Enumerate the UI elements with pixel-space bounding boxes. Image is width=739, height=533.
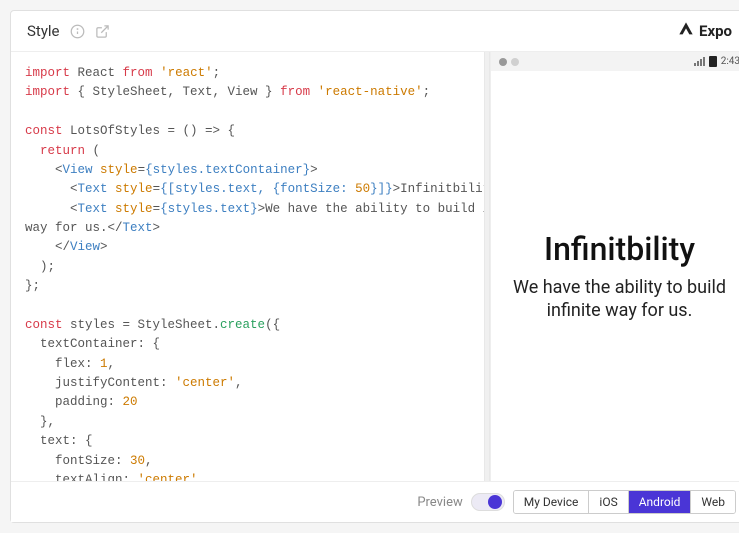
code-editor[interactable]: import React from 'react'; import { Styl… bbox=[11, 52, 484, 481]
device-statusbar: 2:43 bbox=[491, 52, 739, 71]
device-content: Infinitbility We have the ability to bui… bbox=[491, 71, 739, 481]
expo-brand[interactable]: Expo bbox=[678, 21, 732, 41]
tab-ios[interactable]: iOS bbox=[589, 491, 628, 513]
battery-icon bbox=[709, 56, 717, 67]
footer-bar: Preview My Device iOS Android Web bbox=[11, 481, 739, 522]
tab-my-device[interactable]: My Device bbox=[514, 491, 590, 513]
main-area: import React from 'react'; import { Styl… bbox=[11, 52, 739, 481]
info-icon[interactable] bbox=[70, 24, 85, 39]
preview-pane: 2:43 Infinitbility We have the ability t… bbox=[490, 52, 739, 481]
status-icons: 2:43 bbox=[694, 56, 739, 67]
expo-brand-label: Expo bbox=[699, 22, 732, 40]
preview-label: Preview bbox=[417, 495, 462, 510]
signal-icon bbox=[694, 57, 705, 66]
preview-toggle[interactable] bbox=[471, 493, 505, 511]
dot-icon bbox=[499, 58, 507, 66]
header-left: Style bbox=[27, 22, 110, 40]
tab-android[interactable]: Android bbox=[629, 491, 692, 513]
dot-icon bbox=[511, 58, 519, 66]
snack-container: Style Expo import React from 'react'; im… bbox=[10, 10, 739, 523]
preview-heading: Infinitbility bbox=[544, 230, 695, 268]
expo-logo-icon bbox=[678, 21, 694, 41]
device-indicator-dots bbox=[499, 58, 519, 66]
status-time: 2:43 bbox=[721, 56, 739, 67]
header-bar: Style Expo bbox=[11, 11, 739, 52]
preview-subtext: We have the ability to build infinite wa… bbox=[503, 276, 736, 323]
page-title: Style bbox=[27, 22, 60, 40]
tab-web[interactable]: Web bbox=[691, 491, 735, 513]
toggle-knob-icon bbox=[488, 495, 502, 509]
platform-tabs: My Device iOS Android Web bbox=[513, 490, 736, 514]
external-link-icon[interactable] bbox=[95, 24, 110, 39]
